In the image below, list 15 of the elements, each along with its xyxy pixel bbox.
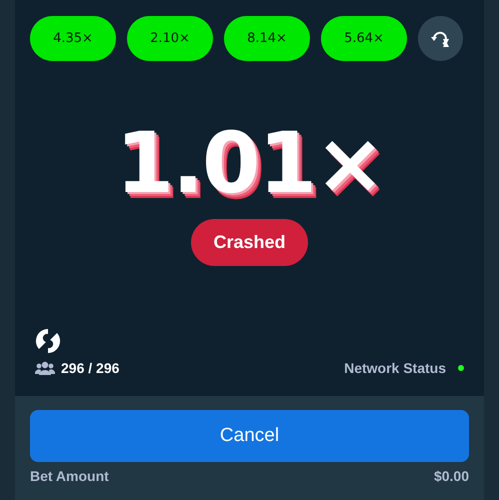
bet-amount-label: Bet Amount	[30, 468, 109, 484]
multiplier-chip: 4.35×	[30, 16, 116, 61]
multiplier-chip: 5.64×	[321, 16, 407, 61]
users-icon	[35, 361, 55, 375]
status-badge: Crashed	[191, 219, 308, 266]
logo-icon	[35, 328, 61, 354]
cancel-button[interactable]: Cancel	[30, 410, 469, 462]
multiplier-chip: 2.10×	[127, 16, 213, 61]
crash-multiplier: 1.01×	[116, 121, 384, 205]
multiplier-chip: 8.14×	[224, 16, 310, 61]
player-count: 296 / 296	[61, 360, 120, 376]
history-icon	[430, 30, 450, 48]
history-button[interactable]	[418, 16, 463, 61]
bet-amount-value: $0.00	[434, 468, 469, 484]
network-status-label: Network Status	[344, 360, 446, 376]
